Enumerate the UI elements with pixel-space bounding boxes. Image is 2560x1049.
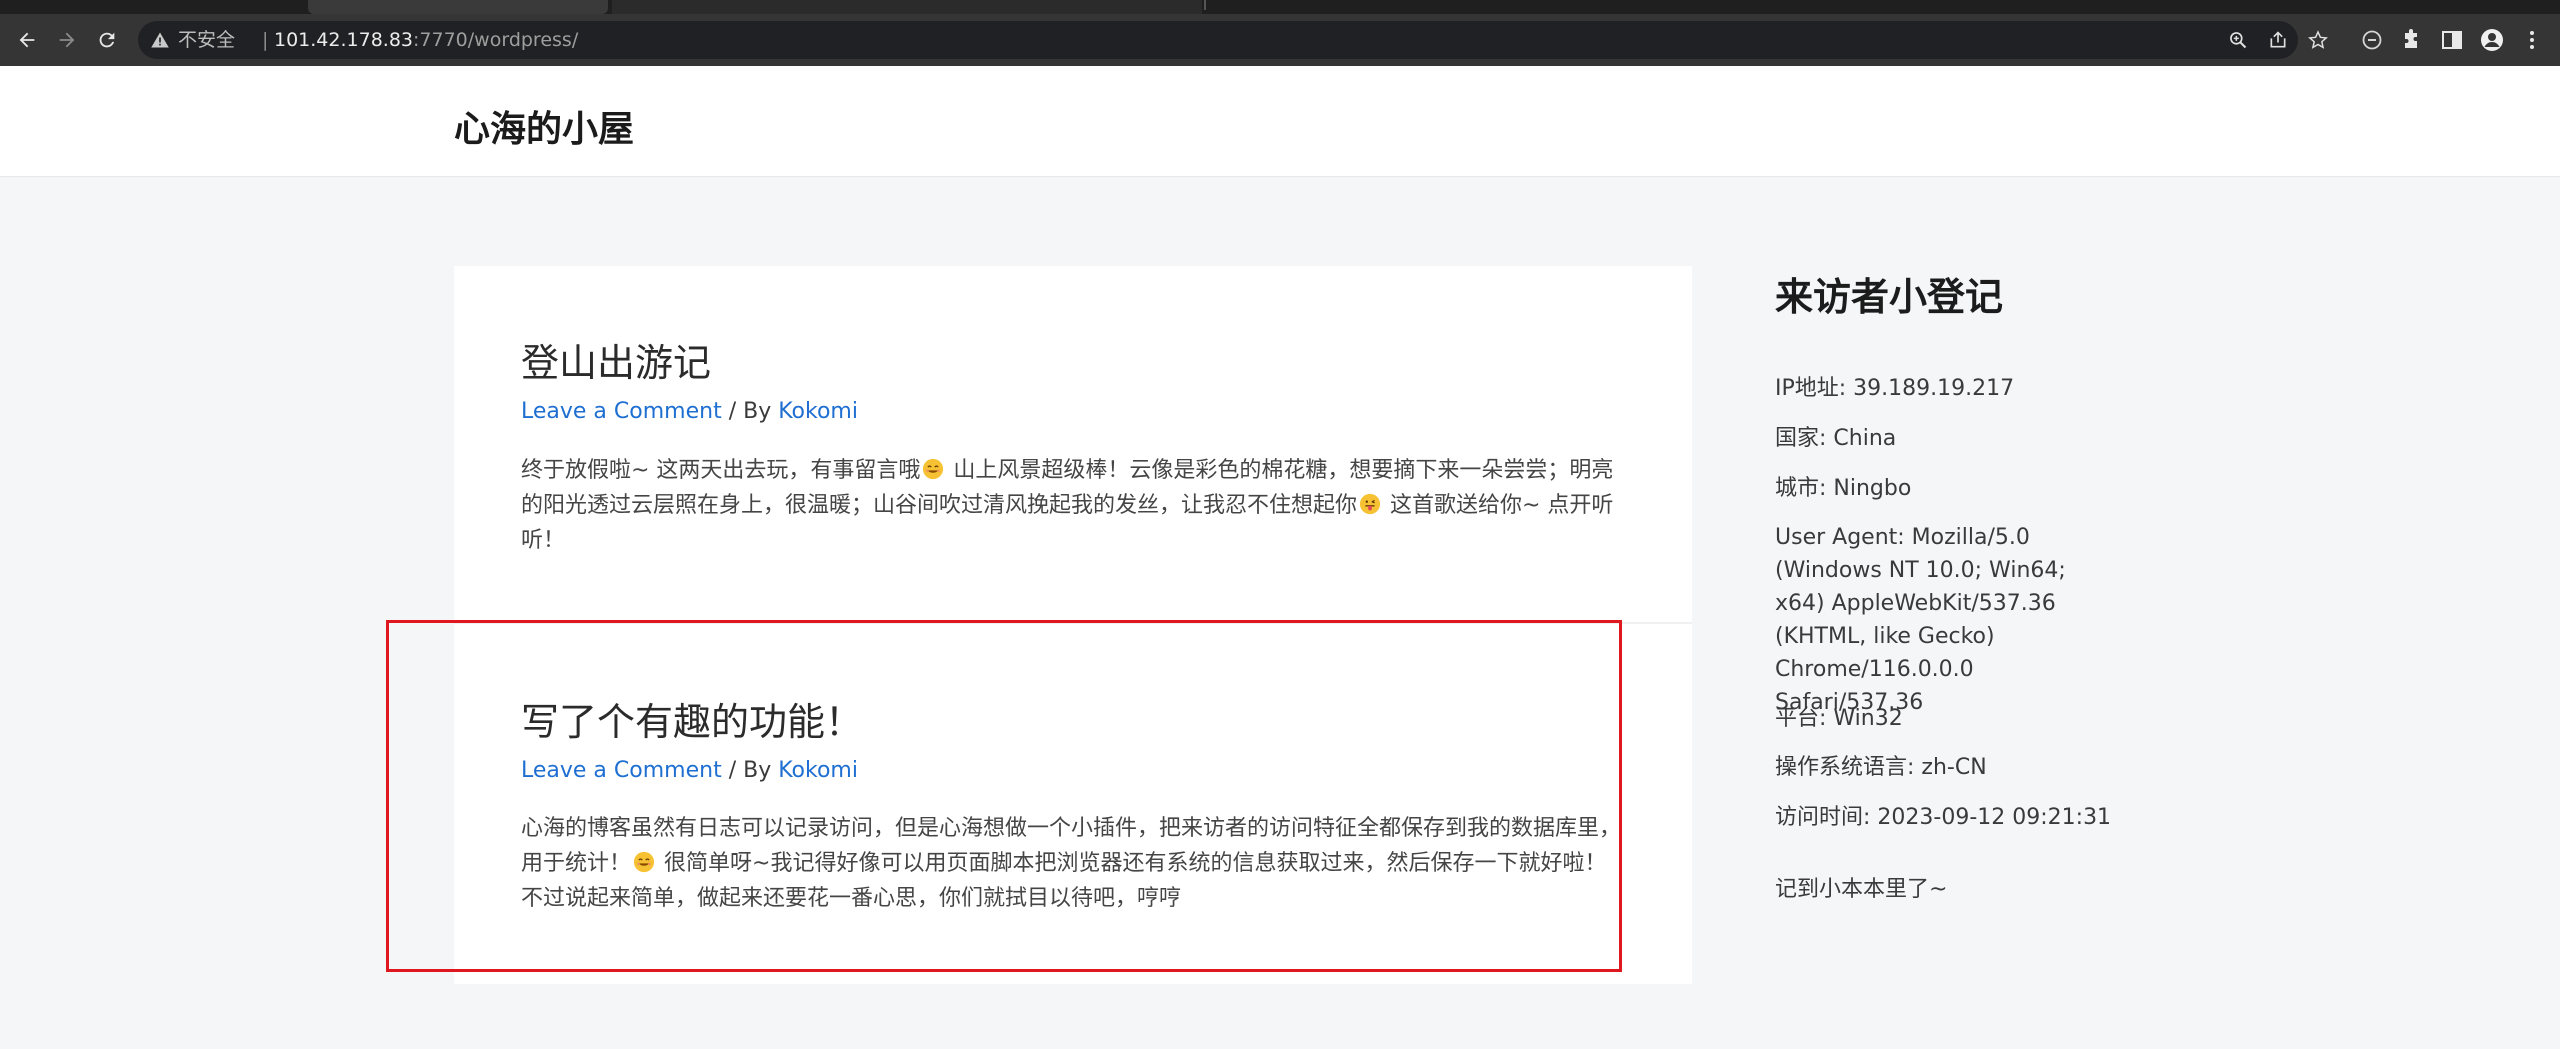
reload-icon	[99, 32, 115, 48]
profile-icon[interactable]	[2480, 28, 2504, 52]
browser-toolbar: 不安全 | 101.42.178.83:7770/wordpress/	[0, 14, 2560, 66]
widget-title: 来访者小登记	[1775, 275, 2004, 319]
excerpt-text: 终于放假啦~ 这两天出去玩，有事留言哦	[521, 458, 921, 483]
post-excerpt: 终于放假啦~ 这两天出去玩，有事留言哦 山上风景超级棒！云像是彩色的棉花糖，想要…	[521, 453, 1623, 558]
by-label: / By	[721, 399, 779, 424]
warning-triangle-icon[interactable]	[150, 30, 170, 50]
arrow-left-icon	[19, 32, 35, 48]
back-button[interactable]	[13, 26, 41, 54]
address-divider: |	[262, 29, 269, 51]
tab-separator	[1204, 0, 1206, 10]
city: 城市: Ningbo	[1775, 476, 1912, 501]
star-icon[interactable]	[2308, 30, 2328, 50]
post-title[interactable]: 登山出游记	[521, 332, 711, 387]
share-icon[interactable]	[2268, 30, 2288, 50]
tongue-emoji-icon	[1359, 493, 1381, 515]
minus-circle-icon[interactable]	[2360, 28, 2384, 52]
puzzle-icon[interactable]	[2400, 28, 2424, 52]
url-host: 101.42.178.83	[274, 29, 414, 51]
visit-time: 访问时间: 2023-09-12 09:21:31	[1775, 805, 2112, 830]
browser-tab[interactable]	[612, 0, 1202, 14]
address-bar[interactable]: 不安全 | 101.42.178.83:7770/wordpress/	[138, 21, 2328, 59]
side-panel-icon[interactable]	[2440, 28, 2464, 52]
user-agent: User Agent: Mozilla/5.0 (Windows NT 10.0…	[1775, 525, 2066, 715]
smiling-emoji-icon	[923, 458, 944, 480]
site-header: 心海的小屋	[0, 66, 2560, 177]
post-meta: Leave a Comment / By Kokomi	[521, 399, 858, 424]
browser-tab-active[interactable]	[308, 0, 608, 14]
security-label[interactable]: 不安全	[178, 29, 235, 51]
leave-comment-link[interactable]: Leave a Comment	[521, 399, 722, 424]
country: 国家: China	[1775, 426, 1897, 451]
os-language: 操作系统语言: zh-CN	[1775, 755, 1987, 780]
url-text[interactable]: 101.42.178.83:7770/wordpress/	[274, 29, 578, 51]
url-path: :7770/wordpress/	[413, 29, 579, 51]
site-title[interactable]: 心海的小屋	[454, 100, 634, 152]
zoom-icon[interactable]	[2228, 30, 2248, 50]
arrow-right-icon	[59, 32, 75, 48]
highlight-annotation-box	[386, 620, 1622, 972]
platform: 平台: Win32	[1775, 706, 1903, 731]
author-link[interactable]: Kokomi	[778, 399, 858, 424]
browser-tab-strip	[0, 0, 2560, 14]
reload-button[interactable]	[93, 26, 121, 54]
footer-note: 记到小本本里了~	[1775, 877, 1948, 902]
ip-address: IP地址: 39.189.19.217	[1775, 376, 2015, 401]
kebab-menu-icon[interactable]	[2520, 28, 2544, 52]
forward-button[interactable]	[53, 26, 81, 54]
